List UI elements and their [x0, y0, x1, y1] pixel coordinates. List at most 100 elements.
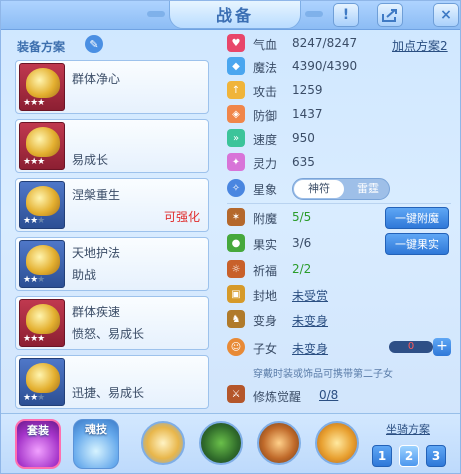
add-child-button[interactable]: + — [433, 338, 451, 356]
title-plate: 战备 — [169, 1, 301, 29]
plan-name: 群体净心 — [72, 72, 121, 86]
child-icon: ☺ — [227, 338, 245, 356]
edit-plan-button[interactable]: ✎ — [85, 35, 103, 53]
plan-card[interactable]: ★★★ 群体净心 — [15, 60, 209, 114]
mount-slot-icon[interactable] — [141, 421, 185, 465]
defense-value: 1437 — [292, 107, 323, 121]
mount-plan-1-button[interactable]: 1 — [372, 445, 392, 467]
title-decoration-right — [305, 11, 323, 17]
mp-label: 魔法 — [253, 61, 278, 75]
exclamation-icon: ! — [342, 7, 350, 23]
attack-value: 1259 — [292, 83, 323, 97]
fruit-value: 3/6 — [292, 236, 312, 250]
speed-label: 速度 — [253, 133, 278, 147]
constellation-toggle[interactable]: 神符 雷霆 — [292, 178, 390, 200]
pet-portrait-icon — [26, 68, 60, 98]
speed-icon: » — [227, 129, 245, 147]
pet-portrait-icon — [26, 304, 60, 334]
spirit-label: 灵力 — [253, 157, 278, 171]
mount-slot-icon[interactable] — [199, 421, 243, 465]
battle-prep-window: 战备 ! × 装备方案 ✎ ★★★ 群体净心 ★★★ 易成长 ★★★ 涅槃重生 … — [0, 0, 461, 474]
mp-value: 4390/4390 — [292, 59, 358, 73]
training-value[interactable]: 0/8 — [319, 388, 338, 402]
plan-name: 涅槃重生 — [72, 188, 121, 202]
mana-icon: ◆ — [227, 57, 245, 75]
pet-portrait-icon — [26, 363, 60, 393]
plan-thumbnail: ★★★ — [19, 63, 65, 111]
pencil-icon: ✎ — [89, 37, 99, 51]
star-rating: ★★★ — [23, 275, 45, 285]
title-decoration-left — [147, 11, 165, 17]
plan-thumbnail: ★★★ — [19, 299, 65, 347]
shield-icon: ◈ — [227, 105, 245, 123]
tab-equipment-set[interactable]: 套装 — [15, 419, 61, 469]
plan-name: 天地护法 — [72, 246, 121, 260]
pet-portrait-icon — [26, 127, 60, 157]
training-icon: ⚔ — [227, 385, 245, 403]
plan-card[interactable]: ★★★ 群体疾速 愤怒、易成长 — [15, 296, 209, 350]
star-rating: ★★★ — [23, 393, 45, 403]
fief-icon: ▣ — [227, 285, 245, 303]
help-button[interactable]: ! — [333, 3, 359, 27]
star-rating: ★★★ — [23, 216, 45, 226]
tab-soul-skill-label: 魂技 — [85, 423, 107, 436]
plan-card[interactable]: ★★★ 涅槃重生 可强化 — [15, 178, 209, 232]
mount-slot-icon[interactable] — [257, 421, 301, 465]
close-icon: × — [440, 7, 452, 23]
defense-label: 防御 — [253, 109, 278, 123]
mount-plan-label[interactable]: 坐骑方案 — [386, 421, 430, 437]
training-label: 修炼觉醒 — [253, 390, 302, 404]
spirit-value: 635 — [292, 155, 315, 169]
mount-plan-2-button[interactable]: 2 — [399, 445, 419, 467]
star-rating: ★★★ — [23, 157, 45, 167]
enchant-icon: ✶ — [227, 208, 245, 226]
child-count-display: 0 — [389, 341, 433, 353]
plan-card[interactable]: ★★★ 天地护法 助战 — [15, 237, 209, 291]
share-button[interactable] — [377, 3, 403, 27]
fief-label: 封地 — [253, 289, 278, 303]
blessing-label: 祈福 — [253, 264, 278, 278]
star-rating: ★★★ — [23, 334, 45, 344]
constellation-option-inactive[interactable]: 雷霆 — [349, 180, 387, 198]
speed-value: 950 — [292, 131, 315, 145]
transform-value[interactable]: 未变身 — [292, 312, 328, 329]
child-note: 穿戴时装或饰品可携带第二子女 — [253, 369, 393, 380]
child-label: 子女 — [253, 342, 278, 356]
one-click-enchant-button[interactable]: 一键附魔 — [385, 207, 449, 229]
points-plan-link[interactable]: 加点方案2 — [392, 37, 448, 54]
hp-value: 8247/8247 — [292, 36, 358, 50]
enchant-label: 附魔 — [253, 212, 278, 226]
star-rating: ★★★ — [23, 98, 45, 108]
child-value[interactable]: 未变身 — [292, 340, 328, 357]
tab-equipment-set-label: 套装 — [27, 424, 49, 437]
plan-card[interactable]: ★★★ 迅捷、易成长 — [15, 355, 209, 409]
spirit-icon: ✦ — [227, 153, 245, 171]
one-click-fruit-button[interactable]: 一键果实 — [385, 233, 449, 255]
transform-label: 变身 — [253, 314, 278, 328]
plan-card[interactable]: ★★★ 易成长 — [15, 119, 209, 173]
plan-name: 群体疾速 — [72, 305, 121, 319]
plan-thumbnail: ★★★ — [19, 358, 65, 406]
enhance-label[interactable]: 可强化 — [164, 208, 200, 225]
constellation-option-active[interactable]: 神符 — [294, 180, 344, 198]
fruit-label: 果实 — [253, 238, 278, 252]
attack-icon: ↑ — [227, 81, 245, 99]
constellation-icon: ✧ — [227, 179, 245, 197]
blessing-icon: ☼ — [227, 260, 245, 278]
tab-soul-skill[interactable]: 魂技 — [73, 419, 119, 469]
close-button[interactable]: × — [433, 3, 459, 27]
plus-icon: + — [436, 338, 448, 354]
window-title: 战备 — [215, 6, 254, 25]
plan-section-label: 装备方案 — [17, 40, 66, 54]
pet-portrait-icon — [26, 245, 60, 275]
divider — [227, 203, 451, 204]
mount-slot-icon[interactable] — [315, 421, 359, 465]
fief-value[interactable]: 未受赏 — [292, 287, 328, 304]
plan-subtitle: 迅捷、易成长 — [72, 386, 145, 400]
mount-plan-3-button[interactable]: 3 — [426, 445, 446, 467]
enchant-value: 5/5 — [292, 210, 312, 224]
blessing-value: 2/2 — [292, 262, 312, 276]
attack-label: 攻击 — [253, 85, 278, 99]
heart-icon: ♥ — [227, 34, 245, 52]
plan-thumbnail: ★★★ — [19, 181, 65, 229]
